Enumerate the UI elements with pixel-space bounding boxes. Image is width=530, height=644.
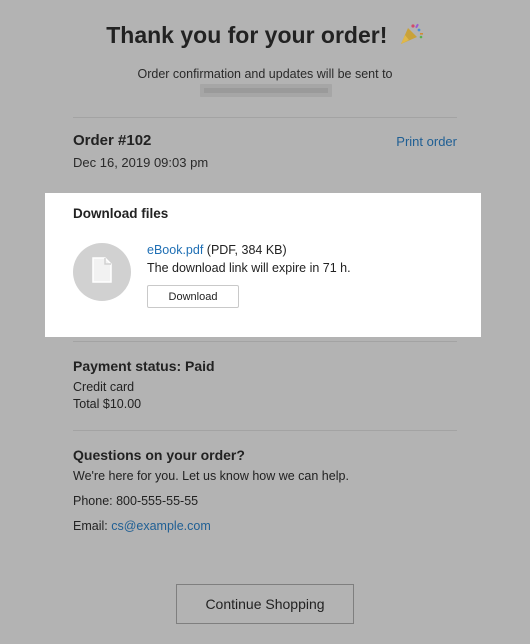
payment-method: Credit card xyxy=(73,380,135,394)
order-date: Dec 16, 2019 09:03 pm xyxy=(73,155,209,170)
email-label: Email: xyxy=(73,519,108,533)
continue-shopping-button[interactable]: Continue Shopping xyxy=(176,584,354,624)
email-link[interactable]: cs@example.com xyxy=(111,519,211,533)
file-meta: (PDF, 384 KB) xyxy=(206,243,287,257)
support-phone: Phone: 800-555-55-55 xyxy=(73,494,199,508)
download-button[interactable]: Download xyxy=(147,285,239,308)
file-info: eBook.pdf (PDF, 384 KB) xyxy=(147,243,287,257)
file-thumbnail xyxy=(73,243,131,301)
page-title: Thank you for your order! xyxy=(0,22,530,52)
divider xyxy=(73,117,457,118)
support-email: Email: cs@example.com xyxy=(73,519,211,533)
page-title-text: Thank you for your order! xyxy=(106,22,388,49)
order-confirmation-page: Thank you for your order! Order confirma… xyxy=(0,0,530,644)
download-files-title: Download files xyxy=(73,206,169,221)
download-expire-text: The download link will expire in 71 h. xyxy=(147,261,351,275)
order-total: Total $10.00 xyxy=(73,397,142,411)
questions-title: Questions on your order? xyxy=(73,447,245,463)
party-popper-icon xyxy=(398,22,424,52)
print-order-link[interactable]: Print order xyxy=(396,134,457,149)
order-number: Order #102 xyxy=(73,132,152,149)
file-icon xyxy=(92,256,112,288)
divider xyxy=(73,341,457,342)
confirmation-subtitle: Order confirmation and updates will be s… xyxy=(137,67,393,81)
download-files-card: Download files eBook.pdf (PDF, 384 KB) T… xyxy=(45,193,481,337)
divider xyxy=(73,430,457,431)
payment-status: Payment status: Paid xyxy=(73,358,215,374)
redacted-email xyxy=(200,84,332,97)
file-download-link[interactable]: eBook.pdf xyxy=(147,243,203,257)
help-text: We're here for you. Let us know how we c… xyxy=(73,469,349,483)
